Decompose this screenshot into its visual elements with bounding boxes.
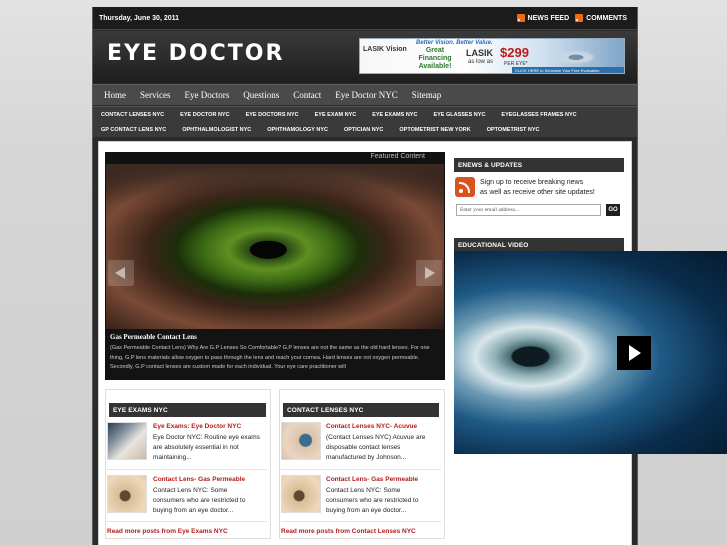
featured-caption: Gas Permeable Contact Lens (Gas Permeabl…: [106, 329, 444, 379]
divider: [107, 521, 267, 522]
category-ophthamology-nyc[interactable]: OPHTHAMOLOGY NYC: [259, 127, 336, 133]
post-title[interactable]: Contact Lens- Gas Permeable: [326, 476, 418, 483]
nav-eye-doctors[interactable]: Eye Doctors: [178, 90, 237, 100]
slider-prev-arrow-icon[interactable]: [108, 260, 134, 286]
nav-sitemap[interactable]: Sitemap: [405, 90, 449, 100]
post-thumbnail[interactable]: [107, 422, 147, 460]
featured-title[interactable]: Gas Permeable Contact Lens: [110, 333, 440, 341]
divider: [281, 469, 441, 470]
category-optician-nyc[interactable]: OPTICIAN NYC: [336, 127, 391, 133]
nav-home[interactable]: Home: [97, 90, 133, 100]
news-feed-link[interactable]: NEWS FEED: [516, 14, 570, 22]
site-header: EYE DOCTOR LASIK Vision Better Vision. B…: [93, 31, 637, 83]
post-excerpt-line: (Contact Lenses NYC) Acuvue are: [326, 434, 426, 441]
enews-line: as well as receive other site updates!: [480, 189, 595, 196]
category-ophthalmologist-nyc[interactable]: OPHTHALMOLOGIST NYC: [174, 127, 259, 133]
category-eye-exams-nyc[interactable]: EYE EXAMS NYC: [364, 112, 425, 118]
post-excerpt-line: buying from an eye doctor...: [153, 507, 234, 514]
post-excerpt-line: Contact Lens NYC: Some: [153, 487, 228, 494]
post-excerpt-line: are absolutely essential in not: [153, 444, 239, 451]
post-title[interactable]: Contact Lenses NYC- Acuvue: [326, 423, 417, 430]
rss-icon: [575, 14, 584, 22]
featured-excerpt: (Gas Permeable Contact Lens) Why Are G.P…: [110, 345, 430, 370]
post-excerpt-line: consumers who are restricted to: [326, 497, 419, 504]
contact-lenses-heading: CONTACT LENSES NYC: [283, 403, 439, 417]
post-thumbnail[interactable]: [281, 422, 321, 460]
featured-image-shade: [106, 164, 444, 204]
category-eye-doctors-nyc[interactable]: EYE DOCTORS NYC: [238, 112, 307, 118]
post-title[interactable]: Eye Exams: Eye Doctor NYC: [153, 423, 241, 430]
post-excerpt-line: manufactured by Johnson...: [326, 454, 407, 461]
nav-contact[interactable]: Contact: [286, 90, 328, 100]
category-nav-row: GP CONTACT LENS NYC OPHTHALMOLOGIST NYC …: [93, 127, 547, 133]
news-feed-label: NEWS FEED: [527, 14, 570, 22]
ad-cta: CLICK HERE to Schedule Your Free Evaluat…: [512, 67, 624, 73]
ad-tagline: Better Vision. Better Value.: [416, 40, 493, 46]
enews-description: Sign up to receive breaking news as well…: [480, 178, 595, 198]
current-date: Thursday, June 30, 2011: [99, 15, 180, 22]
subscribe-go-button[interactable]: GO: [606, 204, 620, 216]
ad-lasik: LASIK: [466, 48, 493, 58]
nav-questions[interactable]: Questions: [236, 90, 286, 100]
category-eye-exam-nyc[interactable]: EYE EXAM NYC: [307, 112, 365, 118]
post-title[interactable]: Contact Lens- Gas Permeable: [153, 476, 245, 483]
category-nav-row: CONTACT LENSES NYC EYE DOCTOR NYC EYE DO…: [93, 112, 585, 118]
comments-feed-link[interactable]: COMMENTS: [575, 14, 627, 22]
read-more-link[interactable]: Read more posts from Contact Lenses NYC: [281, 528, 416, 535]
site-title[interactable]: EYE DOCTOR: [107, 41, 284, 66]
lasik-ad-banner[interactable]: LASIK Vision Better Vision. Better Value…: [359, 38, 625, 74]
featured-slider: Featured Content Gas Permeable Contact L…: [105, 152, 445, 380]
enews-heading: ENEWS & UPDATES: [454, 158, 624, 172]
slider-next-arrow-icon[interactable]: [416, 260, 442, 286]
divider: [281, 521, 441, 522]
top-bar: Thursday, June 30, 2011 NEWS FEED COMMEN…: [93, 7, 637, 30]
nav-services[interactable]: Services: [133, 90, 178, 100]
divider: [107, 469, 267, 470]
post-excerpt-line: disposable contact lenses: [326, 444, 401, 451]
post-excerpt-line: maintaining...: [153, 454, 192, 461]
eye-exams-heading: EYE EXAMS NYC: [109, 403, 266, 417]
category-optometrist-new-york[interactable]: OPTOMETRIST NEW YORK: [391, 127, 478, 133]
ad-as-low-as: as low as: [468, 59, 494, 65]
post-excerpt-line: consumers who are restricted to: [153, 497, 246, 504]
category-eye-glasses-nyc[interactable]: EYE GLASSES NYC: [425, 112, 493, 118]
rss-icon: [516, 14, 525, 22]
ad-eye-image: [536, 43, 616, 69]
category-nav: CONTACT LENSES NYC EYE DOCTOR NYC EYE DO…: [93, 106, 637, 137]
ad-financing: Great Financing Available!: [418, 47, 452, 70]
post-excerpt-line: Eye Doctor NYC: Routine eye exams: [153, 434, 260, 441]
feed-links: NEWS FEED COMMENTS: [516, 14, 627, 22]
category-contact-lenses-nyc[interactable]: CONTACT LENSES NYC: [93, 112, 172, 118]
rss-icon[interactable]: [455, 177, 475, 197]
comments-label: COMMENTS: [586, 14, 627, 22]
ad-price: $299: [500, 45, 529, 60]
category-eye-doctor-nyc[interactable]: EYE DOCTOR NYC: [172, 112, 237, 118]
read-more-link[interactable]: Read more posts from Eye Exams NYC: [107, 528, 228, 535]
post-thumbnail[interactable]: [107, 475, 147, 513]
category-gp-contact-lens-nyc[interactable]: GP CONTACT LENS NYC: [93, 127, 174, 133]
nav-eye-doctor-nyc[interactable]: Eye Doctor NYC: [328, 90, 405, 100]
main-nav: Home Services Eye Doctors Questions Cont…: [93, 84, 637, 105]
post-excerpt-line: Contact Lens NYC: Some: [326, 487, 401, 494]
featured-label: Featured Content: [370, 153, 425, 160]
educational-video-player[interactable]: [454, 251, 727, 454]
play-icon[interactable]: [617, 336, 651, 370]
featured-image[interactable]: [106, 164, 444, 329]
enews-line: Sign up to receive breaking news: [480, 179, 584, 186]
post-thumbnail[interactable]: [281, 475, 321, 513]
video-heading: EDUCATIONAL VIDEO: [454, 238, 624, 252]
post-excerpt-line: buying from an eye doctor...: [326, 507, 407, 514]
ad-logo: LASIK Vision: [363, 46, 407, 53]
category-optometrist-nyc[interactable]: OPTOMETRIST NYC: [479, 127, 548, 133]
category-eyeglasses-frames-nyc[interactable]: EYEGLASSES FRAMES NYC: [493, 112, 584, 118]
email-field[interactable]: Enter your email address...: [456, 204, 601, 216]
